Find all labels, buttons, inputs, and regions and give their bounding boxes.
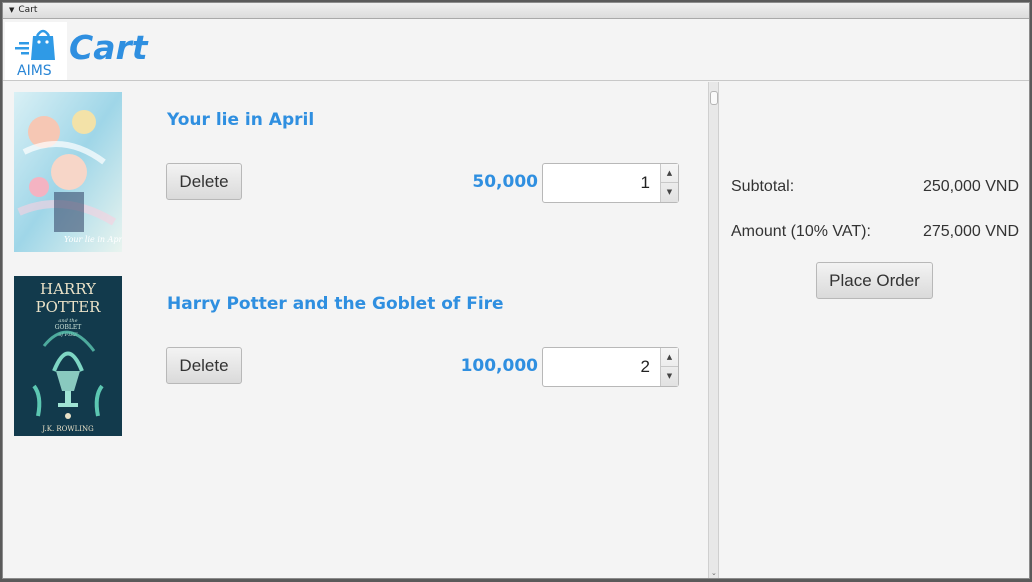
quantity-spinner[interactable]: 2 ▲ ▼ <box>542 347 679 387</box>
vertical-scrollbar[interactable]: ⌄ <box>708 82 719 578</box>
svg-text:Your lie in April: Your lie in April <box>64 235 122 244</box>
spinner-buttons: ▲ ▼ <box>660 348 678 386</box>
shopping-bag-icon <box>15 29 55 60</box>
svg-text:POTTER: POTTER <box>36 298 102 316</box>
cart-item: Your lie in April Your lie in April Dele… <box>3 82 708 252</box>
window-menu-icon[interactable]: ▼ <box>9 6 14 14</box>
item-cover-image: HARRY POTTER and the GOBLET of FIRE J.K.… <box>14 276 122 436</box>
subtotal-label: Subtotal: <box>731 178 795 195</box>
quantity-value[interactable]: 2 <box>641 357 650 377</box>
item-title[interactable]: Harry Potter and the Goblet of Fire <box>167 294 504 314</box>
svg-text:J.K. ROWLING: J.K. ROWLING <box>41 425 94 433</box>
item-title[interactable]: Your lie in April <box>167 110 314 130</box>
amount-label: Amount (10% VAT): <box>731 223 871 240</box>
amount-value: 275,000 VND <box>922 223 1019 240</box>
increment-icon[interactable]: ▲ <box>661 348 678 367</box>
cart-items-list: Your lie in April Your lie in April Dele… <box>3 82 708 578</box>
item-price: 100,000 <box>460 356 538 376</box>
delete-button[interactable]: Delete <box>166 163 242 200</box>
delete-button[interactable]: Delete <box>166 347 242 384</box>
cart-item: HARRY POTTER and the GOBLET of FIRE J.K.… <box>3 266 708 436</box>
scrollbar-thumb[interactable] <box>710 91 718 105</box>
decrement-icon[interactable]: ▼ <box>661 367 678 386</box>
quantity-value[interactable]: 1 <box>641 173 650 193</box>
page-title: Cart <box>69 28 148 67</box>
increment-icon[interactable]: ▲ <box>661 164 678 183</box>
aims-logo: AIMS <box>5 22 67 80</box>
app-header: AIMS Cart <box>3 20 1029 81</box>
quantity-spinner[interactable]: 1 ▲ ▼ <box>542 163 679 203</box>
svg-text:HARRY: HARRY <box>40 280 97 298</box>
window-title: Cart <box>18 5 38 15</box>
cart-window: ▼ Cart AIMS Cart Your lie in April Your … <box>2 2 1030 579</box>
svg-text:GOBLET: GOBLET <box>55 324 82 331</box>
item-cover-image: Your lie in April <box>14 92 122 252</box>
decrement-icon[interactable]: ▼ <box>661 183 678 202</box>
order-summary-panel: Subtotal: 250,000 VND Amount (10% VAT): … <box>719 82 1029 578</box>
scroll-down-icon[interactable]: ⌄ <box>711 569 717 577</box>
item-price: 50,000 <box>472 172 538 192</box>
subtotal-value: 250,000 VND <box>922 178 1019 195</box>
window-titlebar[interactable]: ▼ Cart <box>3 3 1029 19</box>
spinner-buttons: ▲ ▼ <box>660 164 678 202</box>
logo-text: AIMS <box>17 63 52 79</box>
place-order-button[interactable]: Place Order <box>816 262 933 299</box>
